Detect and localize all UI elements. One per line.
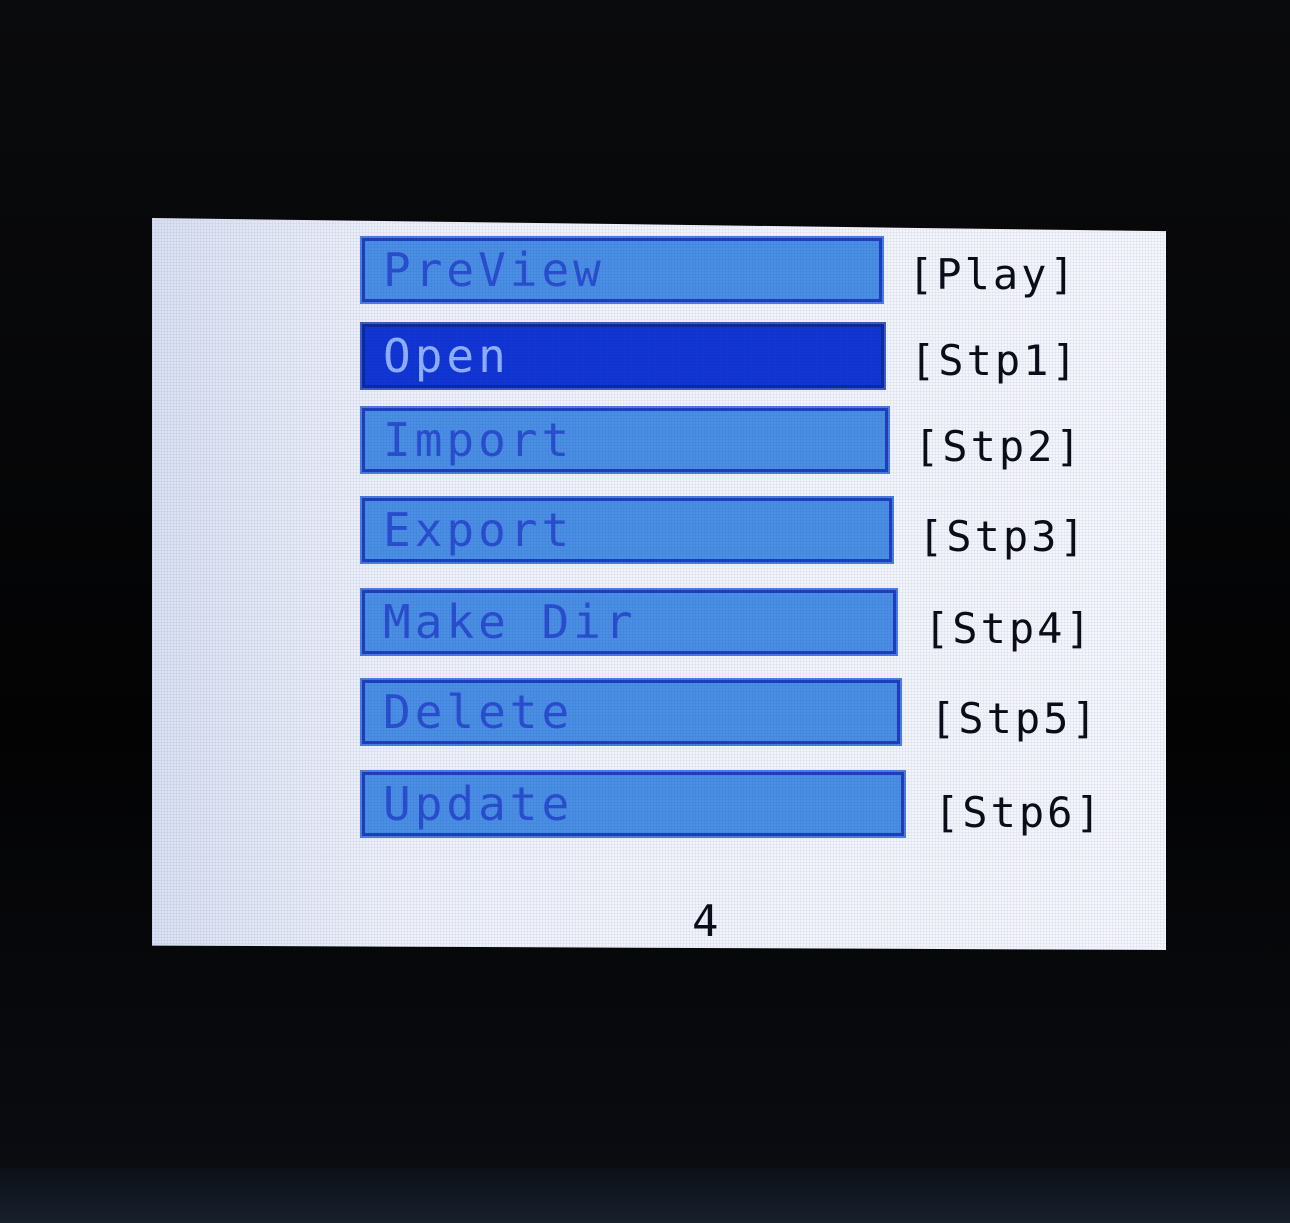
page-number: 4 [692,896,719,947]
menu-item-update[interactable]: Update [360,770,906,838]
lcd-screen: PreView [Play] Open [Stp1] Import [Stp2]… [152,218,1166,950]
menu-item-label: Open [383,329,510,383]
shortcut-label: [Stp2] [914,422,1084,471]
menu-item-import[interactable]: Import [360,406,890,474]
shortcut-label: [Stp4] [924,604,1094,653]
menu-item-make-dir[interactable]: Make Dir [360,588,898,656]
menu-item-preview[interactable]: PreView [360,236,884,304]
menu-item-label: Make Dir [383,595,637,649]
device-bottom-edge [0,1168,1290,1223]
menu-item-delete[interactable]: Delete [360,678,902,746]
menu-item-label: PreView [383,243,605,297]
shortcut-label: [Stp5] [930,694,1100,743]
menu-item-open[interactable]: Open [360,322,886,390]
menu-item-label: Update [383,777,574,831]
menu-item-export[interactable]: Export [360,496,894,564]
shortcut-label: [Stp1] [910,336,1080,385]
shortcut-label: [Stp6] [934,788,1104,837]
menu-item-label: Import [383,413,574,467]
shortcut-label: [Stp3] [918,512,1088,561]
shortcut-label: [Play] [908,250,1078,299]
menu-item-label: Export [383,503,574,557]
menu-item-label: Delete [383,685,574,739]
